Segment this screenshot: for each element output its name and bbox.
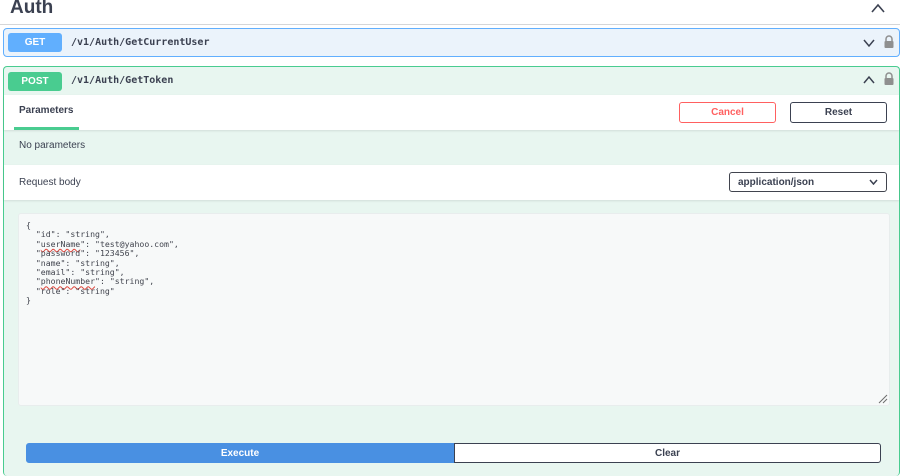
- section-title: Auth: [10, 0, 54, 18]
- operation-get-current-user[interactable]: GET /v1/Auth/GetCurrentUser: [3, 28, 900, 57]
- no-parameters-text: No parameters: [19, 140, 86, 151]
- cancel-button[interactable]: Cancel: [679, 102, 776, 123]
- operation-path: /v1/Auth/GetToken: [71, 75, 174, 86]
- body-line: "userName": "test@yahoo.com",: [26, 238, 179, 249]
- chevron-up-icon[interactable]: [870, 1, 886, 15]
- request-body-label: Request body: [19, 177, 81, 188]
- chevron-down-icon: [869, 179, 878, 185]
- spellcheck-word: phoneNumber: [40, 276, 96, 287]
- operation-get-token: POST /v1/Auth/GetToken Parameters Cancel…: [3, 66, 900, 476]
- body-line: "phoneNumber": "string",: [26, 276, 155, 287]
- method-badge-post: POST: [8, 72, 62, 91]
- body-line: "name": "string",: [26, 257, 120, 268]
- body-line: {: [26, 220, 31, 230]
- tab-parameters[interactable]: Parameters: [14, 95, 79, 130]
- reset-button[interactable]: Reset: [790, 102, 887, 123]
- resize-grip-icon[interactable]: [876, 392, 888, 404]
- chevron-down-icon[interactable]: [862, 38, 876, 48]
- clear-button[interactable]: Clear: [454, 443, 881, 463]
- body-line: "role": "string": [26, 285, 115, 296]
- request-body-bar: Request body application/json: [4, 165, 899, 200]
- body-line: "password": "123456",: [26, 248, 140, 259]
- section-header[interactable]: Auth: [0, 0, 900, 25]
- parameters-bar: Parameters Cancel Reset: [4, 95, 899, 130]
- request-body-editor[interactable]: { "id": "string", "userName": "test@yaho…: [18, 213, 890, 406]
- content-type-select[interactable]: application/json: [729, 172, 887, 192]
- operation-path: /v1/Auth/GetCurrentUser: [71, 37, 210, 48]
- method-badge-get: GET: [8, 33, 62, 52]
- execute-button[interactable]: Execute: [26, 443, 454, 463]
- content-type-value: application/json: [738, 177, 815, 188]
- lock-icon[interactable]: [883, 35, 895, 49]
- lock-icon[interactable]: [883, 72, 895, 86]
- body-line: "email": "string",: [26, 267, 125, 278]
- body-line: }: [26, 295, 31, 306]
- chevron-up-icon[interactable]: [862, 75, 876, 85]
